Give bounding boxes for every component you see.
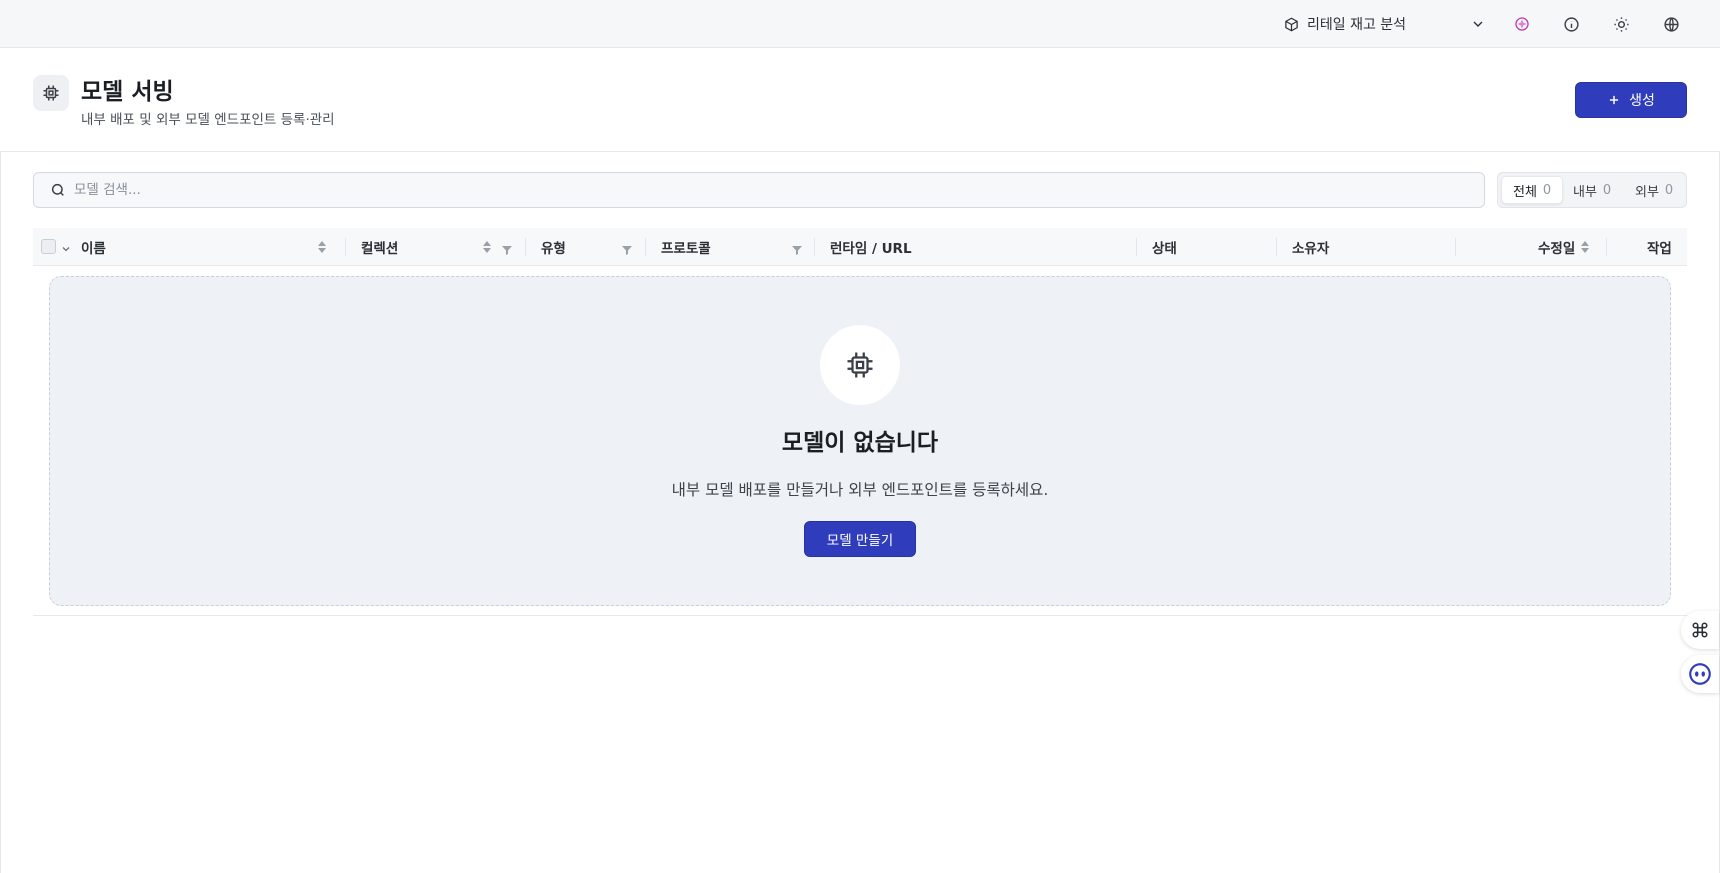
theme-sun-icon[interactable] <box>1611 14 1631 34</box>
create-button-label: 생성 <box>1629 93 1655 109</box>
sort-icon[interactable] <box>482 239 492 259</box>
table-header: 이름 컬렉션 유형 프로토콜 런타임 / URL 상태 소유자 수정일 작업 <box>33 228 1687 266</box>
chip-icon <box>845 350 875 380</box>
filter-all[interactable]: 전체 0 <box>1501 176 1564 204</box>
ai-sparkle-icon[interactable] <box>1512 14 1532 34</box>
filter-icon[interactable] <box>791 241 803 260</box>
search-input[interactable] <box>74 173 1474 207</box>
chevron-down-icon[interactable] <box>60 240 72 259</box>
page-header <box>0 48 1720 152</box>
page-subtitle: 내부 배포 및 외부 모델 엔드포인트 등록·관리 <box>81 112 335 128</box>
empty-state-icon-circle <box>820 325 900 405</box>
top-bar: 리테일 재고 분석 <box>0 0 1720 48</box>
column-status: 상태 <box>1152 241 1177 257</box>
type-filter-segment: 전체 0 내부 0 외부 0 <box>1497 172 1687 208</box>
empty-state-title: 모델이 없습니다 <box>781 430 939 456</box>
column-collection[interactable]: 컬렉션 <box>361 228 398 266</box>
info-icon[interactable] <box>1561 14 1581 34</box>
sort-icon[interactable] <box>1580 239 1590 259</box>
filter-label: 외부 <box>1635 184 1659 200</box>
page-title: 모델 서빙 <box>81 79 174 105</box>
column-actions: 작업 <box>1647 241 1672 257</box>
command-shortcut-button[interactable] <box>1681 611 1719 649</box>
project-name: 리테일 재고 분석 <box>1307 17 1407 33</box>
create-button[interactable]: 생성 <box>1575 82 1687 118</box>
column-runtime-url: 런타임 / URL <box>830 241 912 257</box>
globe-icon[interactable] <box>1661 14 1681 34</box>
project-selector[interactable]: 리테일 재고 분석 <box>1284 12 1483 36</box>
assistant-bot-button[interactable] <box>1681 655 1719 693</box>
column-name[interactable]: 이름 <box>81 228 106 266</box>
filter-count: 0 <box>1542 182 1552 198</box>
create-model-button[interactable]: 모델 만들기 <box>804 521 916 557</box>
filter-count: 0 <box>1664 182 1674 198</box>
search-icon <box>50 182 66 198</box>
filter-icon[interactable] <box>501 241 513 260</box>
plus-icon <box>1607 93 1621 107</box>
filter-icon[interactable] <box>621 241 633 260</box>
table-divider <box>33 615 1687 616</box>
bot-face-icon <box>1687 661 1713 687</box>
sort-icon[interactable] <box>317 239 327 259</box>
cube-icon <box>1284 17 1299 32</box>
chevron-down-icon[interactable] <box>1470 16 1486 36</box>
column-protocol[interactable]: 프로토콜 <box>661 228 711 266</box>
chip-icon <box>33 75 69 111</box>
filter-external[interactable]: 외부 0 <box>1624 176 1684 204</box>
command-icon <box>1691 621 1709 639</box>
filter-label: 내부 <box>1573 184 1597 200</box>
column-owner: 소유자 <box>1292 241 1330 257</box>
filter-label: 전체 <box>1513 184 1537 200</box>
column-modified[interactable]: 수정일 <box>1538 228 1575 266</box>
select-all-checkbox[interactable] <box>41 239 56 254</box>
column-type[interactable]: 유형 <box>541 228 566 266</box>
filter-count: 0 <box>1602 182 1612 198</box>
filter-internal[interactable]: 내부 0 <box>1562 176 1622 204</box>
empty-state-description: 내부 모델 배포를 만들거나 외부 엔드포인트를 등록하세요. <box>671 481 1049 499</box>
search-box <box>33 172 1485 208</box>
